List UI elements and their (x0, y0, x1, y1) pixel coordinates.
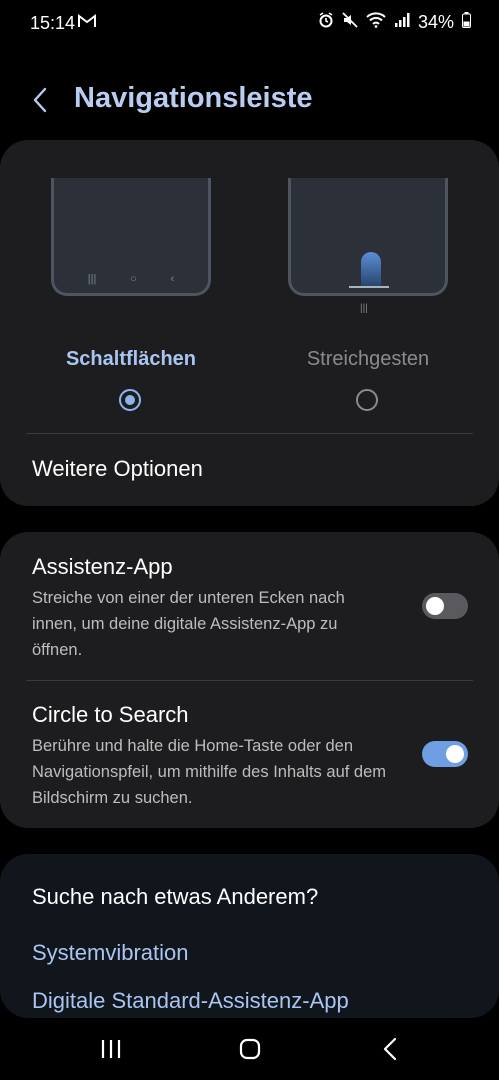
wifi-icon (366, 12, 386, 33)
assistant-app-title[interactable]: Assistenz-App (32, 554, 173, 580)
battery-icon (462, 12, 471, 33)
battery-percentage: 34% (417, 12, 454, 32)
mute-icon (342, 12, 358, 33)
home-icon: ○ (130, 273, 137, 285)
home-icon (239, 1038, 261, 1060)
gmail-icon (78, 14, 96, 33)
circle-to-search-description: Berühre und halte die Home-Taste oder de… (32, 737, 387, 807)
app-header: Navigationsleiste (0, 72, 499, 128)
page-title: Navigationsleiste (74, 82, 313, 114)
gesture-handle (349, 286, 389, 288)
swipe-gesture-icon (361, 252, 381, 286)
radio-buttons-selected[interactable] (119, 389, 141, 411)
assistant-app-description: Streiche von einer der unteren Ecken nac… (32, 589, 345, 659)
assistant-app-toggle[interactable] (422, 593, 468, 619)
back-icon (383, 1037, 397, 1061)
link-default-assistant-app[interactable]: Digitale Standard-Assistenz-App (32, 988, 349, 1014)
status-time: 15:14 (30, 13, 76, 33)
recents-icon (101, 1040, 121, 1058)
more-options-item[interactable]: Weitere Optionen (32, 456, 203, 482)
alarm-icon (318, 12, 334, 33)
gestures-preview[interactable] (288, 178, 448, 296)
recents-button[interactable] (91, 1034, 131, 1064)
suggestions-title: Suche nach etwas Anderem? (32, 884, 319, 909)
toggle-knob (446, 745, 464, 763)
divider (26, 433, 473, 434)
option-gestures-label[interactable]: Streichgesten (268, 348, 468, 371)
system-nav-bar (0, 1018, 499, 1080)
circle-to-search-title[interactable]: Circle to Search (32, 702, 189, 728)
chevron-left-icon (33, 87, 47, 113)
home-button[interactable] (230, 1034, 270, 1064)
circle-to-search-toggle[interactable] (422, 741, 468, 767)
link-system-vibration[interactable]: Systemvibration (32, 940, 189, 966)
option-buttons-label[interactable]: Schaltflächen (31, 348, 231, 371)
back-button[interactable] (28, 84, 56, 116)
radio-gestures[interactable] (356, 389, 378, 411)
back-nav-button[interactable] (370, 1034, 410, 1064)
back-icon: ‹ (170, 273, 175, 285)
buttons-preview[interactable]: ||| ○ ‹ (51, 178, 211, 296)
signal-icon (394, 12, 410, 33)
divider (26, 680, 473, 681)
toggle-knob (426, 597, 444, 615)
status-bar: 15:14 34% (0, 0, 499, 48)
gesture-hint-icon: ||| (360, 303, 368, 314)
recents-icon: ||| (87, 273, 97, 285)
preview-nav-buttons: ||| ○ ‹ (54, 273, 208, 285)
